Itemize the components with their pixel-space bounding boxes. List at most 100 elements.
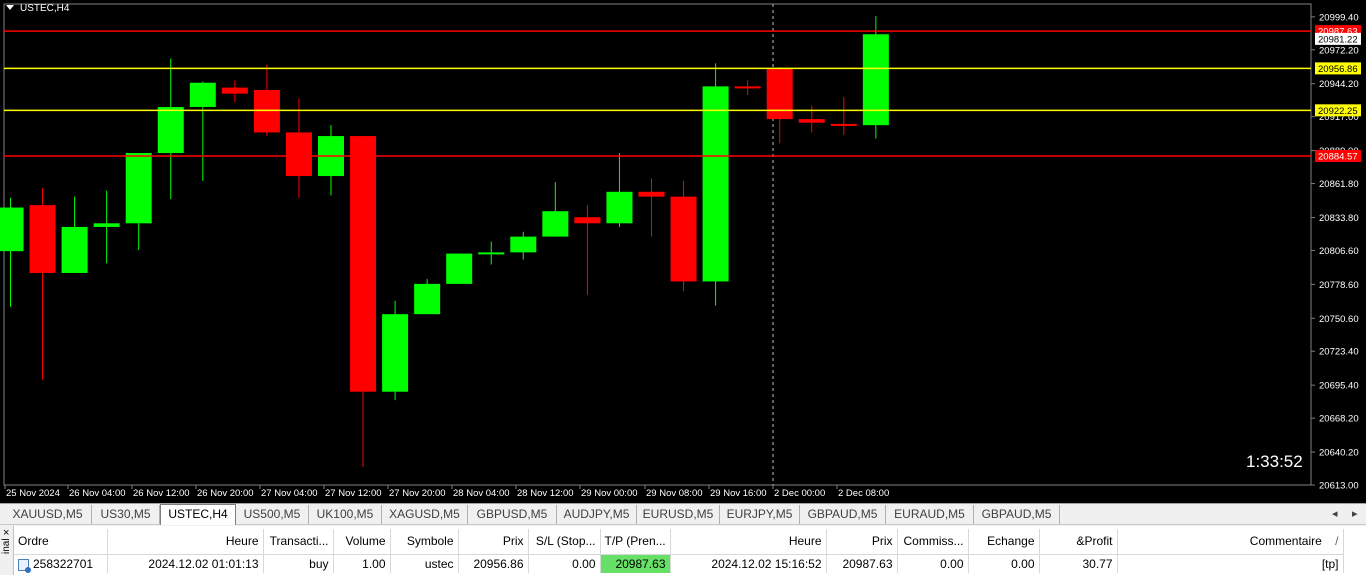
table-cell: 20956.86: [458, 554, 529, 573]
table-cell: 1.00: [333, 554, 391, 573]
table-cell: [tp]: [1117, 554, 1344, 573]
candle-body: [478, 252, 505, 255]
current-price-label: 20981.22: [1318, 34, 1358, 45]
chart-tab[interactable]: GBPUSD,M5: [468, 505, 557, 524]
time-axis-label: 29 Nov 08:00: [646, 488, 703, 499]
candle-body: [61, 226, 88, 273]
chart-tab[interactable]: GBPAUD,M5: [974, 505, 1060, 524]
time-axis-label: 28 Nov 12:00: [517, 488, 574, 499]
price-axis-label: 20861.80: [1319, 179, 1359, 190]
time-axis-label: 27 Nov 20:00: [389, 488, 446, 499]
column-header[interactable]: Heure: [670, 529, 827, 555]
chart-tab[interactable]: XAGUSD,M5: [382, 505, 468, 524]
candle-body: [414, 283, 441, 315]
price-axis-label: 20833.80: [1319, 213, 1359, 224]
chart-tab[interactable]: US500,M5: [236, 505, 309, 524]
price-axis-label: 20613.00: [1319, 481, 1359, 492]
candle-body: [157, 106, 184, 154]
candle-body: [93, 223, 120, 227]
chart-tab[interactable]: EURAUD,M5: [886, 505, 974, 524]
column-header[interactable]: &Profit: [1039, 529, 1118, 555]
candle-body: [29, 205, 56, 273]
chart-tab[interactable]: USTEC,H4: [160, 504, 236, 525]
column-header[interactable]: Transacti...: [263, 529, 334, 555]
chart-tab[interactable]: GBPAUD,M5: [800, 505, 886, 524]
level-label: 20922.25: [1318, 106, 1358, 117]
table-cell: ustec: [390, 554, 459, 573]
table-cell: 30.77: [1039, 554, 1118, 573]
price-axis-label: 20668.20: [1319, 414, 1359, 425]
plot-frame: [3, 3, 1312, 486]
column-header[interactable]: Prix: [458, 529, 529, 555]
chart-tab[interactable]: EURJPY,M5: [720, 505, 800, 524]
table-cell: 0.00: [897, 554, 969, 573]
candle-body: [510, 236, 537, 253]
candle-body: [542, 211, 569, 237]
terminal-side-strip: × inal: [0, 526, 14, 575]
price-axis-label: 20944.20: [1319, 79, 1359, 90]
candle-body: [221, 87, 248, 94]
time-axis-label: 29 Nov 16:00: [710, 488, 767, 499]
history-table: Ordre Heure Transacti... Volume Symbole Prix S…: [14, 529, 1344, 573]
candle-body: [702, 86, 729, 282]
candle-body: [670, 196, 697, 282]
candle-body: [606, 191, 633, 224]
table-cell: 0.00: [968, 554, 1040, 573]
scroll-left-icon[interactable]: ◂: [1332, 507, 1338, 520]
table-cell: 20987.63: [826, 554, 898, 573]
time-axis-label: 27 Nov 12:00: [325, 488, 382, 499]
price-axis-label: 20778.60: [1319, 280, 1359, 291]
column-header[interactable]: Symbole: [390, 529, 459, 555]
candle-body: [0, 207, 24, 252]
column-header[interactable]: Echange: [968, 529, 1040, 555]
candle-body: [734, 86, 761, 89]
chart-canvas[interactable]: 20999.4020972.2020944.2020917.0020889.00…: [0, 0, 1366, 503]
candle-body: [830, 123, 857, 126]
chart-menu-icon[interactable]: [6, 5, 14, 10]
chart-tab[interactable]: US30,M5: [92, 505, 160, 524]
table-cell: 2024.12.02 15:16:52: [670, 554, 827, 573]
table-row[interactable]: 258322701 2024.12.02 01:01:13 buy 1.00 ustec…: [14, 554, 1344, 573]
column-header[interactable]: Prix: [826, 529, 898, 555]
sort-indicator-icon: /: [1331, 534, 1339, 549]
column-header[interactable]: S/L (Stop...: [528, 529, 601, 555]
table-body: 258322701 2024.12.02 01:01:13 buy 1.00 ustec…: [14, 554, 1344, 573]
column-header[interactable]: T/P (Pren...: [600, 529, 671, 555]
price-axis-label: 20999.40: [1319, 12, 1359, 23]
chart-tab[interactable]: AUDJPY,M5: [557, 505, 637, 524]
candle-body: [638, 191, 665, 197]
time-axis-label: 2 Dec 08:00: [838, 488, 889, 499]
column-header[interactable]: Commentaire /: [1117, 529, 1344, 555]
column-header[interactable]: Volume: [333, 529, 391, 555]
column-header[interactable]: Ordre: [14, 529, 108, 555]
time-axis-label: 26 Nov 20:00: [197, 488, 254, 499]
candle-body: [766, 68, 793, 120]
time-axis-label: 29 Nov 00:00: [581, 488, 638, 499]
price-axis-label: 20723.40: [1319, 347, 1359, 358]
chart-tabs-bar: XAUUSD,M5 US30,M5 USTEC,H4 US500,M5 UK100,M5…: [0, 503, 1366, 525]
chart-tab[interactable]: EURUSD,M5: [637, 505, 720, 524]
price-axis-label: 20806.60: [1319, 246, 1359, 257]
candle-body: [253, 90, 280, 133]
terminal-side-label: inal: [1, 538, 12, 554]
candle-body: [382, 314, 409, 392]
chart-symbol-title: USTEC,H4: [20, 3, 70, 14]
candle-body: [798, 119, 825, 123]
chart-tab[interactable]: XAUUSD,M5: [4, 505, 92, 524]
chart-area[interactable]: 20999.4020972.2020944.2020917.0020889.00…: [0, 0, 1366, 503]
chart-tab[interactable]: UK100,M5: [309, 505, 382, 524]
candle-body: [574, 217, 601, 224]
column-header[interactable]: Commiss...: [897, 529, 969, 555]
time-axis-label: 28 Nov 04:00: [453, 488, 510, 499]
candle-body: [446, 253, 473, 284]
time-axis-label: 26 Nov 04:00: [69, 488, 126, 499]
terminal-panel: × inal Ordre Heure Transacti... Volume Symbo…: [0, 526, 1366, 575]
candle-timer: 1:33:52: [1246, 452, 1303, 471]
table-header-row: Ordre Heure Transacti... Volume Symbole Prix S…: [14, 529, 1344, 555]
table-cell: buy: [263, 554, 334, 573]
candle-body: [862, 34, 889, 126]
scroll-right-icon[interactable]: ▸: [1352, 507, 1358, 520]
column-header[interactable]: Heure: [107, 529, 264, 555]
table-cell: 0.00: [528, 554, 601, 573]
price-axis-label: 20695.40: [1319, 381, 1359, 392]
